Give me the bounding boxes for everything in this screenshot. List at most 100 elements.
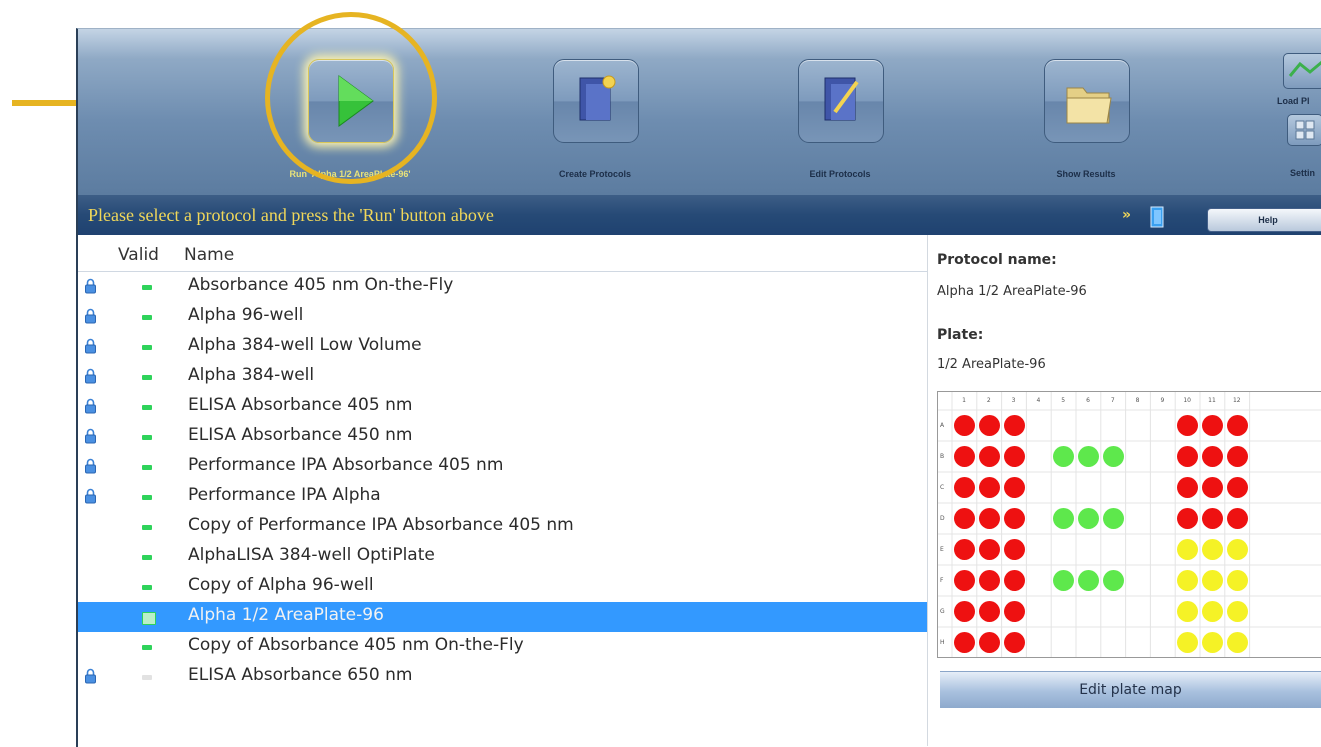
plate-well[interactable]: [1003, 601, 1025, 622]
plate-column-label: 5: [1061, 397, 1066, 404]
list-item[interactable]: Absorbance 405 nm On-the-Fly: [78, 272, 927, 302]
list-item[interactable]: ELISA Absorbance 450 nm: [78, 422, 927, 452]
plate-well[interactable]: [954, 570, 975, 591]
protocol-name: Copy of Absorbance 405 nm On-the-Fly: [188, 635, 524, 655]
plate-column-label: 2: [986, 397, 991, 404]
protocol-name: Alpha 384-well Low Volume: [188, 335, 422, 355]
settings-button[interactable]: [1287, 114, 1321, 146]
edit-protocols-label[interactable]: Edit Protocols: [755, 169, 925, 179]
plate-column-label: 11: [1208, 397, 1216, 404]
list-item[interactable]: Performance IPA Absorbance 405 nm: [78, 452, 927, 482]
plate-well[interactable]: [978, 508, 1000, 529]
plate-well[interactable]: [1003, 570, 1025, 591]
settings-label[interactable]: Settin: [1290, 168, 1315, 178]
list-item[interactable]: Alpha 384-well Low Volume: [78, 332, 927, 362]
valid-column-header[interactable]: Valid: [118, 245, 159, 265]
lock-icon: [85, 308, 96, 324]
plate-well[interactable]: [1003, 632, 1025, 653]
plate-well[interactable]: [1202, 477, 1223, 498]
plate-well[interactable]: [954, 508, 975, 529]
plate-well[interactable]: [978, 570, 1000, 591]
plate-row-label: D: [940, 515, 945, 522]
plate-well[interactable]: [1102, 508, 1124, 529]
plate-well[interactable]: [1003, 415, 1025, 436]
plate-well[interactable]: [1226, 508, 1248, 529]
plate-well[interactable]: [954, 632, 975, 653]
toolbar: Run 'Alpha 1/2 AreaPlate-96' Create Prot…: [78, 29, 1321, 195]
plate-well[interactable]: [1202, 508, 1223, 529]
plate-well[interactable]: [1003, 508, 1025, 529]
list-item[interactable]: Copy of Alpha 96-well: [78, 572, 927, 602]
settings-icon: [1295, 120, 1315, 140]
edit-protocol-icon: [824, 77, 859, 121]
plate-well[interactable]: [1003, 446, 1025, 467]
list-item[interactable]: Performance IPA Alpha: [78, 482, 927, 512]
plate-well[interactable]: [1226, 632, 1248, 653]
list-item[interactable]: AlphaLISA 384-well OptiPlate: [78, 542, 927, 572]
plate-well[interactable]: [1226, 539, 1248, 560]
edit-plate-map-button[interactable]: Edit plate map: [940, 671, 1321, 708]
plate-well[interactable]: [1202, 632, 1223, 653]
plate-well[interactable]: [954, 415, 975, 436]
create-protocols-button[interactable]: [553, 59, 639, 143]
edit-protocols-button[interactable]: [798, 59, 884, 143]
plate-well[interactable]: [1078, 508, 1099, 529]
plate-column-label: 7: [1110, 397, 1115, 404]
plate-well[interactable]: [1078, 446, 1099, 467]
plate-well[interactable]: [978, 477, 1000, 498]
plate-well[interactable]: [1226, 570, 1248, 591]
list-item[interactable]: Alpha 384-well: [78, 362, 927, 392]
plate-well[interactable]: [1003, 477, 1025, 498]
plate-well[interactable]: [978, 601, 1000, 622]
create-protocols-label[interactable]: Create Protocols: [510, 169, 680, 179]
protocol-name: ELISA Absorbance 650 nm: [188, 665, 413, 685]
name-column-header[interactable]: Name: [184, 245, 234, 265]
plate-well[interactable]: [1078, 570, 1099, 591]
plate-well[interactable]: [954, 477, 975, 498]
plate-column-label: 12: [1232, 397, 1241, 404]
lock-icon: [85, 428, 96, 444]
valid-indicator: [142, 585, 152, 590]
plate-well[interactable]: [1202, 539, 1223, 560]
plate-well[interactable]: [1102, 446, 1124, 467]
help-button[interactable]: Help: [1207, 208, 1321, 232]
plate-well[interactable]: [978, 632, 1000, 653]
plate-well[interactable]: [1226, 601, 1248, 622]
plate-row-label: H: [940, 639, 945, 646]
plate-well[interactable]: [1202, 446, 1223, 467]
nav-arrows[interactable]: »: [1122, 207, 1131, 223]
valid-indicator: [142, 555, 152, 560]
plate-well[interactable]: [1202, 601, 1223, 622]
plate-well[interactable]: [978, 446, 1000, 467]
list-item[interactable]: Copy of Absorbance 405 nm On-the-Fly: [78, 632, 927, 662]
plate-well[interactable]: [954, 601, 975, 622]
show-results-label[interactable]: Show Results: [1001, 169, 1171, 179]
list-item[interactable]: Alpha 1/2 AreaPlate-96: [78, 602, 927, 632]
valid-indicator: [142, 405, 152, 410]
plate-well[interactable]: [1226, 415, 1248, 436]
show-results-button[interactable]: [1044, 59, 1130, 143]
valid-indicator: [142, 612, 156, 625]
plate-well[interactable]: [978, 539, 1000, 560]
protocol-name: ELISA Absorbance 405 nm: [188, 395, 413, 415]
plate-well[interactable]: [1226, 477, 1248, 498]
plate-well[interactable]: [954, 539, 975, 560]
plate-well[interactable]: [1102, 570, 1124, 591]
load-plate-label[interactable]: Load Pl: [1277, 96, 1310, 106]
list-item[interactable]: Alpha 96-well: [78, 302, 927, 332]
manual-icon[interactable]: [1150, 206, 1164, 228]
load-plate-icon: [1288, 60, 1321, 77]
load-plate-button[interactable]: [1283, 53, 1321, 89]
list-item[interactable]: Copy of Performance IPA Absorbance 405 n…: [78, 512, 927, 542]
plate-well[interactable]: [1202, 415, 1223, 436]
list-item[interactable]: ELISA Absorbance 650 nm: [78, 662, 927, 692]
plate-column-label: 4: [1036, 397, 1041, 404]
plate-well[interactable]: [954, 446, 975, 467]
plate-well[interactable]: [978, 415, 1000, 436]
plate-well[interactable]: [1202, 570, 1223, 591]
list-item[interactable]: ELISA Absorbance 405 nm: [78, 392, 927, 422]
protocol-name: Performance IPA Absorbance 405 nm: [188, 455, 504, 475]
protocol-name-label: Protocol name:: [937, 252, 1057, 268]
plate-well[interactable]: [1226, 446, 1248, 467]
plate-well[interactable]: [1003, 539, 1025, 560]
